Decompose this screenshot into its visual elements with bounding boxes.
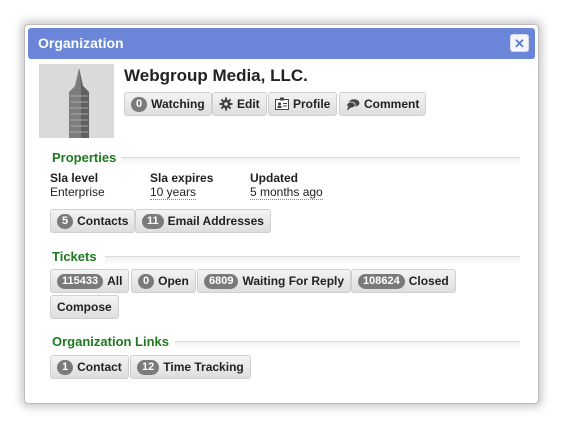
email-addresses-button[interactable]: 11 Email Addresses bbox=[135, 209, 271, 233]
links-contact-count-badge: 1 bbox=[57, 359, 74, 375]
organization-avatar bbox=[39, 64, 114, 138]
tickets-all-count-badge: 115433 bbox=[57, 273, 104, 289]
time-tracking-button[interactable]: 12 Time Tracking bbox=[130, 355, 251, 379]
tickets-open-button[interactable]: 0 Open bbox=[131, 269, 196, 293]
contacts-button[interactable]: 5 Contacts bbox=[50, 209, 136, 233]
tickets-all-button[interactable]: 115433 All bbox=[50, 269, 130, 293]
tickets-open-count-badge: 0 bbox=[138, 273, 155, 289]
email-addresses-count-badge: 11 bbox=[142, 213, 164, 229]
sla-level-label: Sla level bbox=[50, 171, 99, 185]
watching-count-badge: 0 bbox=[131, 96, 148, 112]
watching-label: Watching bbox=[151, 97, 205, 111]
tickets-section-title: Tickets bbox=[52, 249, 97, 264]
updated-label: Updated bbox=[250, 171, 298, 185]
edit-button[interactable]: Edit bbox=[212, 92, 267, 116]
dialog-titlebar[interactable]: Organization ✕ bbox=[28, 28, 535, 59]
contacts-label: Contacts bbox=[77, 214, 129, 228]
sla-level-value: Enterprise bbox=[50, 185, 105, 199]
tickets-closed-label: Closed bbox=[408, 274, 449, 288]
organization-links-divider-shade bbox=[175, 342, 520, 350]
sla-expires-label: Sla expires bbox=[150, 171, 214, 185]
compose-ticket-button[interactable]: Compose bbox=[50, 295, 119, 319]
tickets-open-label: Open bbox=[158, 274, 189, 288]
id-card-icon bbox=[275, 97, 289, 111]
tickets-closed-button[interactable]: 108624 Closed bbox=[351, 269, 456, 293]
links-contact-label: Contact bbox=[77, 360, 122, 374]
sla-expires-value[interactable]: 10 years bbox=[150, 185, 197, 200]
building-icon bbox=[39, 64, 114, 138]
edit-label: Edit bbox=[237, 97, 260, 111]
organization-name: Webgroup Media, LLC. bbox=[124, 66, 308, 85]
properties-section-title: Properties bbox=[52, 150, 117, 165]
organization-dialog: Organization ✕ Webgroup Media, LLC. 0 Wa… bbox=[24, 24, 539, 404]
contacts-count-badge: 5 bbox=[57, 213, 74, 229]
watching-button[interactable]: 0 Watching bbox=[124, 92, 212, 116]
tickets-all-label: All bbox=[107, 274, 123, 288]
updated-value[interactable]: 5 months ago bbox=[250, 185, 323, 200]
compose-label: Compose bbox=[57, 300, 112, 314]
dialog-title: Organization bbox=[38, 35, 124, 51]
organization-links-section-title: Organization Links bbox=[52, 334, 170, 349]
tickets-divider-shade bbox=[105, 257, 520, 265]
profile-button[interactable]: Profile bbox=[268, 92, 338, 116]
tickets-waiting-count-badge: 6809 bbox=[204, 273, 239, 289]
speech-bubble-icon bbox=[346, 97, 360, 111]
close-icon[interactable]: ✕ bbox=[510, 34, 529, 52]
links-contact-button[interactable]: 1 Contact bbox=[50, 355, 129, 379]
gear-icon bbox=[219, 97, 233, 111]
time-tracking-count-badge: 12 bbox=[137, 359, 160, 375]
comment-button[interactable]: Comment bbox=[339, 92, 427, 116]
time-tracking-label: Time Tracking bbox=[163, 360, 244, 374]
properties-divider-shade bbox=[121, 158, 520, 166]
comment-label: Comment bbox=[364, 97, 420, 111]
tickets-closed-count-badge: 108624 bbox=[358, 273, 405, 289]
tickets-waiting-button[interactable]: 6809 Waiting For Reply bbox=[197, 269, 352, 293]
profile-label: Profile bbox=[293, 97, 331, 111]
email-addresses-label: Email Addresses bbox=[167, 214, 264, 228]
tickets-waiting-label: Waiting For Reply bbox=[242, 274, 345, 288]
